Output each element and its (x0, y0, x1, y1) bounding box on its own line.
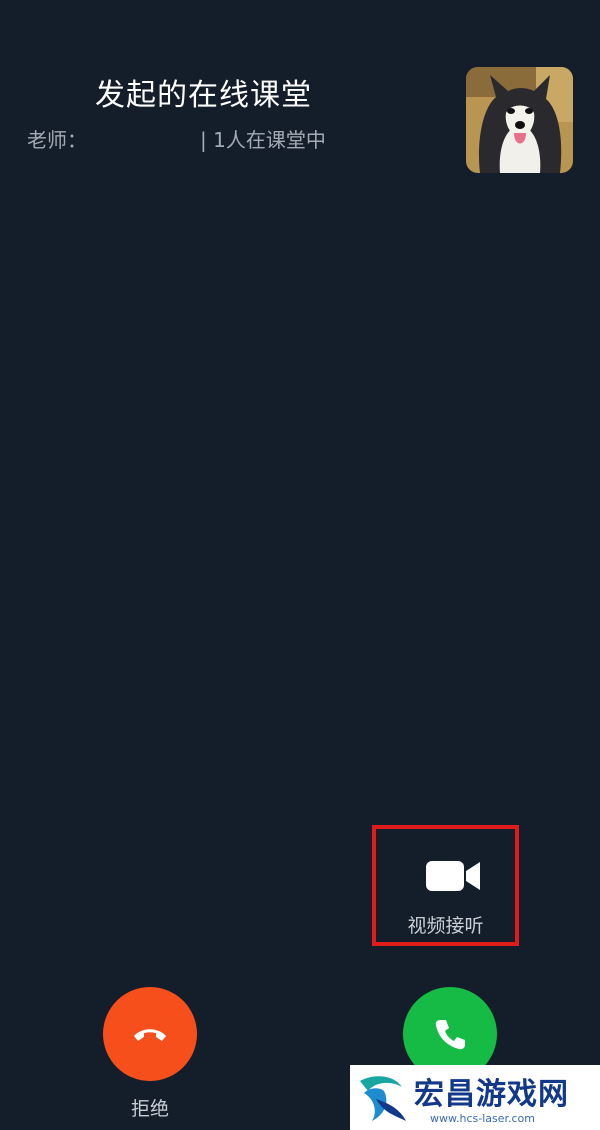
watermark-title: 宏昌游戏网 (414, 1077, 569, 1112)
video-camera-icon (426, 861, 480, 891)
incoming-class-call-screen: 发起的在线课堂 老师： | 1人在课堂中 视频接听 拒绝 宏昌游戏网 www.h… (0, 0, 600, 1130)
video-answer-label: 视频接听 (407, 915, 484, 937)
page-title: 发起的在线课堂 (95, 78, 312, 113)
decline-button[interactable] (103, 987, 197, 1081)
video-answer-button[interactable]: 视频接听 (372, 825, 519, 946)
caller-avatar (466, 67, 573, 173)
call-info: 老师： | 1人在课堂中 (27, 124, 347, 154)
decline-label: 拒绝 (130, 1098, 169, 1120)
teacher-label: 老师： (27, 128, 87, 152)
participant-count: | 1人在课堂中 (200, 128, 326, 152)
site-watermark: 宏昌游戏网 www.hcs-laser.com (350, 1065, 600, 1130)
watermark-logo-icon (360, 1076, 406, 1121)
watermark-url: www.hcs-laser.com (430, 1112, 535, 1125)
dog-avatar-icon (466, 67, 573, 173)
hang-up-icon (134, 1029, 166, 1041)
phone-icon (435, 1020, 465, 1050)
